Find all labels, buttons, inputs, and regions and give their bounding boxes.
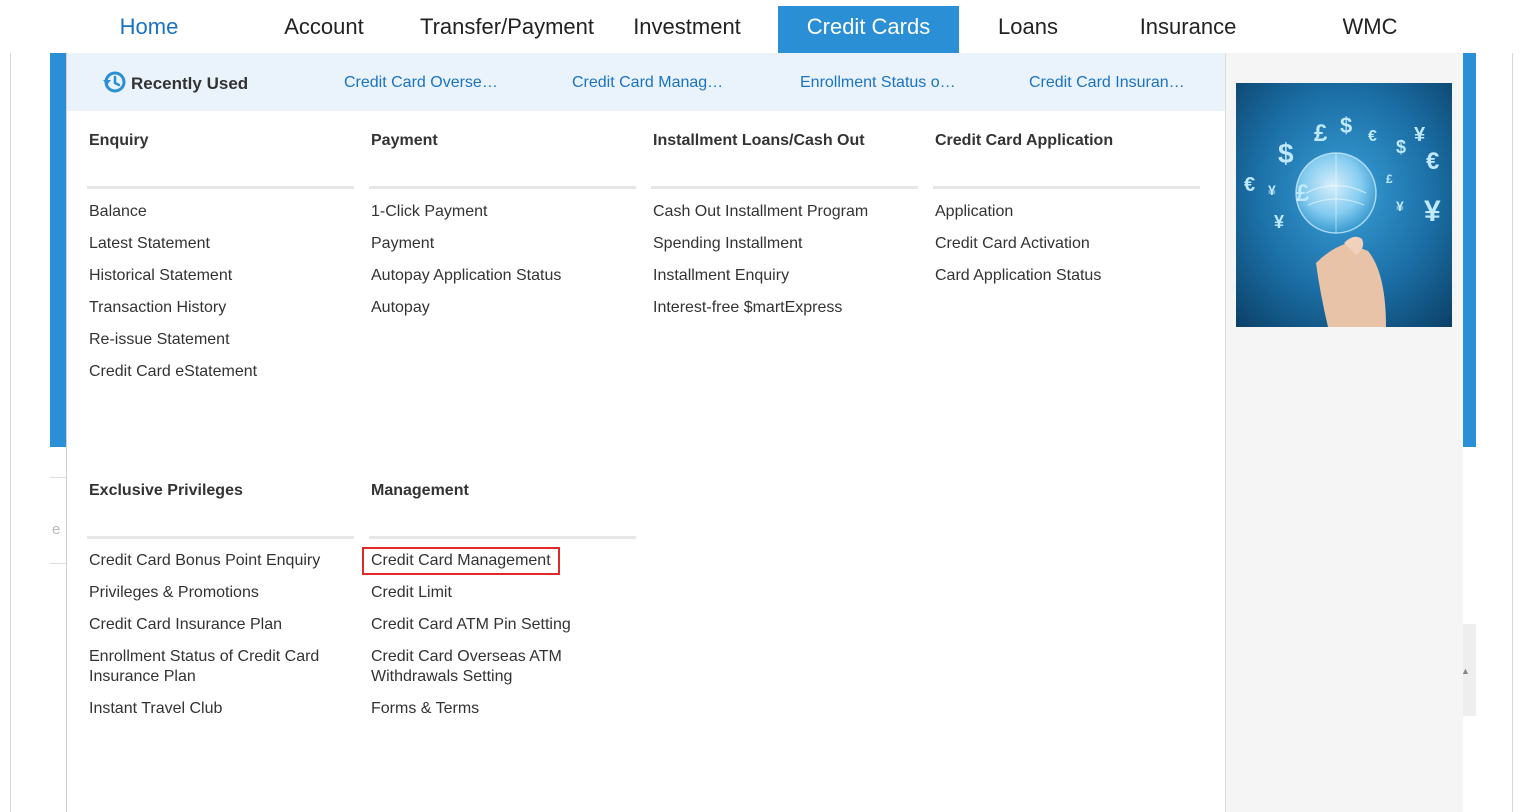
application-heading: Credit Card Application xyxy=(935,132,1114,149)
menu-card-activation[interactable]: Credit Card Activation xyxy=(935,234,1090,254)
installment-heading: Installment Loans/Cash Out xyxy=(653,132,865,149)
recent-link-insurance[interactable]: Credit Card Insuran… xyxy=(1029,74,1185,92)
installment-divider xyxy=(651,186,918,189)
menu-forms-terms[interactable]: Forms & Terms xyxy=(371,699,479,719)
menu-application[interactable]: Application xyxy=(935,202,1013,222)
recently-used-heading: Recently Used xyxy=(101,71,249,95)
menu-autopay[interactable]: Autopay xyxy=(371,298,430,318)
menu-installment-enquiry[interactable]: Installment Enquiry xyxy=(653,266,789,286)
svg-text:$: $ xyxy=(1396,137,1406,157)
background-banner-right xyxy=(1462,53,1476,447)
recently-used-label: Recently Used xyxy=(131,74,249,93)
svg-text:¥: ¥ xyxy=(1274,212,1284,232)
menu-latest-statement[interactable]: Latest Statement xyxy=(89,234,210,254)
background-divider xyxy=(50,477,66,478)
menu-one-click-payment[interactable]: 1-Click Payment xyxy=(371,202,487,222)
svg-text:€: € xyxy=(1368,128,1377,145)
promo-panel: $ £ $ € $ ¥ € € ¥ ¥ ¥ ¥ £ £ xyxy=(1225,53,1463,812)
svg-text:¥: ¥ xyxy=(1424,195,1441,228)
menu-payment[interactable]: Payment xyxy=(371,234,434,254)
privileges-divider xyxy=(87,536,354,539)
menu-reissue-statement[interactable]: Re-issue Statement xyxy=(89,330,230,350)
currency-lightbulb-image[interactable]: $ £ $ € $ ¥ € € ¥ ¥ ¥ ¥ £ £ xyxy=(1236,83,1452,327)
menu-bonus-point-enquiry[interactable]: Credit Card Bonus Point Enquiry xyxy=(89,551,320,571)
svg-text:£: £ xyxy=(1296,180,1310,207)
nav-wmc[interactable]: WMC xyxy=(1330,6,1410,53)
enquiry-heading: Enquiry xyxy=(89,132,149,149)
nav-transfer-payment[interactable]: Transfer/Payment xyxy=(408,6,606,53)
menu-estatement[interactable]: Credit Card eStatement xyxy=(89,362,257,382)
recently-used-bar: Recently Used Credit Card Overse… Credit… xyxy=(67,53,1225,111)
menu-privileges-promotions[interactable]: Privileges & Promotions xyxy=(89,583,259,603)
menu-autopay-application-status[interactable]: Autopay Application Status xyxy=(371,266,561,286)
menu-insurance-plan[interactable]: Credit Card Insurance Plan xyxy=(89,615,282,635)
menu-instant-travel-club[interactable]: Instant Travel Club xyxy=(89,699,222,719)
history-icon xyxy=(103,71,126,93)
background-text: e xyxy=(52,521,61,538)
recent-link-enrollment[interactable]: Enrollment Status o… xyxy=(800,74,956,92)
nav-home[interactable]: Home xyxy=(106,6,192,53)
svg-text:£: £ xyxy=(1314,120,1328,147)
top-navigation: Home Account Transfer/Payment Investment… xyxy=(0,0,1523,53)
nav-credit-cards[interactable]: Credit Cards xyxy=(778,6,959,53)
menu-balance[interactable]: Balance xyxy=(89,202,147,222)
svg-text:¥: ¥ xyxy=(1396,198,1404,214)
recent-link-overseas[interactable]: Credit Card Overse… xyxy=(344,74,498,92)
payment-divider xyxy=(369,186,636,189)
svg-text:$: $ xyxy=(1340,113,1352,138)
svg-text:€: € xyxy=(1244,174,1255,196)
menu-credit-limit[interactable]: Credit Limit xyxy=(371,583,452,603)
svg-text:€: € xyxy=(1426,148,1439,175)
menu-cash-out-installment[interactable]: Cash Out Installment Program xyxy=(653,202,868,222)
management-divider xyxy=(369,536,636,539)
enquiry-divider xyxy=(87,186,354,189)
menu-enrollment-status[interactable]: Enrollment Status of Credit Card Insuran… xyxy=(89,647,354,687)
recent-link-management[interactable]: Credit Card Manag… xyxy=(572,74,723,92)
menu-credit-card-management[interactable]: Credit Card Management xyxy=(362,547,560,575)
credit-cards-mega-menu: Recently Used Credit Card Overse… Credit… xyxy=(66,53,1463,812)
menu-spending-installment[interactable]: Spending Installment xyxy=(653,234,802,254)
background-banner-left xyxy=(50,53,66,447)
menu-historical-statement[interactable]: Historical Statement xyxy=(89,266,232,286)
menu-smartexpress[interactable]: Interest-free $martExpress xyxy=(653,298,842,318)
payment-heading: Payment xyxy=(371,132,438,149)
privileges-heading: Exclusive Privileges xyxy=(89,482,243,499)
menu-transaction-history[interactable]: Transaction History xyxy=(89,298,226,318)
nav-loans[interactable]: Loans xyxy=(988,6,1068,53)
svg-text:$: $ xyxy=(1278,138,1294,169)
menu-atm-pin-setting[interactable]: Credit Card ATM Pin Setting xyxy=(371,615,571,635)
svg-text:¥: ¥ xyxy=(1414,124,1426,146)
menu-card-application-status[interactable]: Card Application Status xyxy=(935,266,1101,286)
application-divider xyxy=(933,186,1200,189)
svg-text:£: £ xyxy=(1386,172,1393,186)
background-divider xyxy=(50,563,66,564)
nav-insurance[interactable]: Insurance xyxy=(1128,6,1248,53)
management-heading: Management xyxy=(371,482,469,499)
nav-investment[interactable]: Investment xyxy=(622,6,752,53)
svg-text:¥: ¥ xyxy=(1268,182,1276,198)
menu-overseas-atm-setting[interactable]: Credit Card Overseas ATM Withdrawals Set… xyxy=(371,647,601,687)
nav-account[interactable]: Account xyxy=(270,6,378,53)
